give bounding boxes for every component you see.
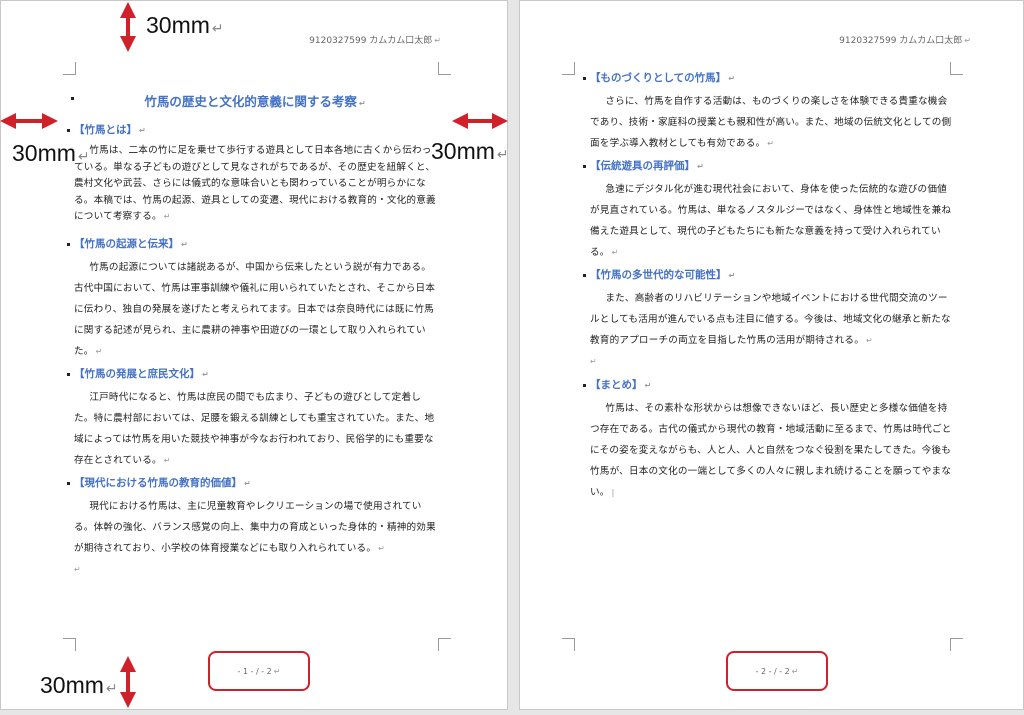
empty-paragraph: ↵	[590, 357, 597, 366]
section-heading: 【現代における竹馬の教育的価値】 ↵	[67, 471, 436, 496]
return-mark-icon: ↵	[163, 212, 171, 221]
page-header-1: 9120327599 カムカム口太郎 ↵	[309, 33, 441, 46]
text-cursor-icon: |	[611, 488, 615, 497]
return-mark-icon: ↵	[163, 455, 171, 465]
page-number-footer-2: - 2 - / - 2 ↵	[726, 651, 828, 691]
section-paragraph: 急速にデジタル化が進む現代社会において、身体を使った伝統的な遊びの価値が見直され…	[590, 184, 952, 258]
section-heading: 【ものづくりとしての竹馬】 ↵	[583, 66, 952, 91]
crop-mark-icon	[63, 638, 76, 651]
page-1-body[interactable]: 竹馬の歴史と文化的意義に関する考察 ↵ 【竹馬とは】 ↵ 竹馬は、二本の竹に足を乗せ…	[67, 88, 436, 581]
return-mark-icon: ↵	[964, 36, 971, 45]
return-mark-icon: ↵	[139, 126, 146, 135]
right-margin-label: 30mm ↵	[431, 138, 509, 164]
crop-mark-icon	[438, 62, 451, 75]
document-title: 竹馬の歴史と文化的意義に関する考察 ↵	[144, 94, 366, 109]
return-mark-icon: ↵	[767, 139, 775, 148]
section-paragraph: 竹馬は、二本の竹に足を乗せて歩行する遊具として日本各地に古くから伝わっている。単…	[74, 145, 436, 222]
bottom-margin-label: 30mm ↵	[40, 672, 118, 698]
section-paragraph: 竹馬の起源については諸説あるが、中国から伝来したという説が有力である。古代中国に…	[74, 261, 436, 357]
page-number-footer-1: - 1 - / - 2 ↵	[208, 651, 310, 691]
section-paragraph: 現代における竹馬は、主に児童教育やレクリエーションの場で使用されている。体幹の強…	[74, 500, 436, 554]
return-mark-icon: ↵	[95, 346, 103, 356]
crop-mark-icon	[562, 62, 575, 75]
crop-mark-icon	[950, 638, 963, 651]
crop-mark-icon	[438, 638, 451, 651]
page-number-text: - 2 - / - 2	[755, 666, 790, 676]
section-paragraph: さらに、竹馬を自作する活動は、ものづくりの楽しさを体験できる貴重な機会であり、技…	[590, 96, 952, 149]
return-mark-icon: ↵	[434, 36, 441, 45]
section-paragraph: また、高齢者のリハビリテーションや地域イベントにおける世代間交流のツールとしても…	[590, 293, 951, 346]
section-paragraph: 江戸時代になると、竹馬は庶民の間でも広まり、子どもの遊びとして定着した。特に農村…	[74, 391, 435, 466]
header-text: 9120327599 カムカム口太郎	[839, 36, 963, 46]
return-mark-icon: ↵	[611, 248, 619, 257]
section-heading: 【伝統遊具の再評価】 ↵	[583, 154, 952, 179]
section-heading: 【竹馬とは】 ↵	[67, 118, 436, 143]
crop-mark-icon	[562, 638, 575, 651]
return-mark-icon: ↵	[244, 478, 251, 488]
page-number-text: - 1 - / - 2	[237, 666, 272, 676]
return-mark-icon: ↵	[202, 369, 209, 379]
return-mark-icon: ↵	[791, 666, 799, 676]
return-mark-icon: ↵	[358, 99, 366, 108]
return-mark-icon: ↵	[728, 271, 736, 280]
return-mark-icon: ↵	[181, 239, 188, 249]
section-heading: 【竹馬の起源と伝来】 ↵	[67, 232, 436, 257]
return-mark-icon: ↵	[697, 162, 704, 171]
return-mark-icon: ↵	[866, 336, 873, 345]
return-mark-icon: ↵	[644, 381, 652, 390]
return-mark-icon: ↵	[273, 666, 281, 676]
top-margin-label: 30mm ↵	[146, 12, 224, 38]
section-heading: 【まとめ】 ↵	[583, 373, 952, 398]
page-2-body[interactable]: 【ものづくりとしての竹馬】 ↵ さらに、竹馬を自作する活動は、ものづくりの楽しさを…	[583, 66, 952, 503]
header-text: 9120327599 カムカム口太郎	[309, 36, 433, 46]
section-heading: 【竹馬の多世代的な可能性】 ↵	[583, 263, 952, 288]
section-paragraph: 竹馬は、その素朴な形状からは想像できないほど、長い歴史と多様な価値を持つ存在であ…	[590, 403, 952, 498]
return-mark-icon: ↵	[378, 543, 386, 553]
crop-mark-icon	[63, 62, 76, 75]
empty-paragraph: ↵	[74, 564, 81, 574]
left-margin-label: 30mm ↵	[12, 140, 90, 166]
page-header-2: 9120327599 カムカム口太郎 ↵	[839, 33, 971, 46]
section-heading: 【竹馬の発展と庶民文化】 ↵	[67, 362, 436, 387]
return-mark-icon: ↵	[728, 74, 735, 83]
